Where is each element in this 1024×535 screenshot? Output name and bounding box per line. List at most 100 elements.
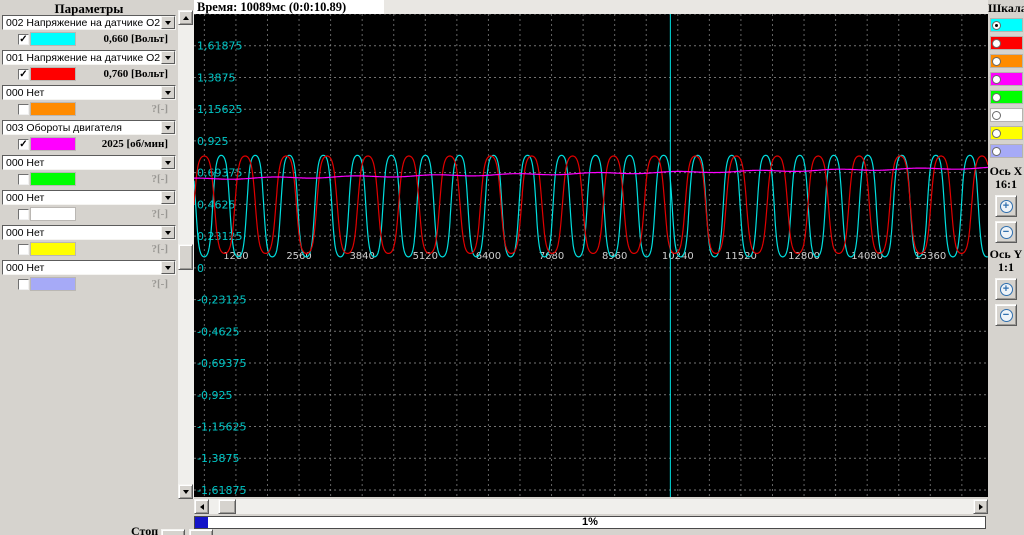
stop-control-button-2[interactable] bbox=[189, 529, 213, 535]
axis-x-zoom-in-button[interactable]: + bbox=[995, 195, 1017, 217]
param-visible-checkbox[interactable] bbox=[18, 174, 29, 185]
y-axis-tick-label: -1,15625 bbox=[197, 421, 246, 434]
param-color-swatch[interactable] bbox=[31, 138, 75, 150]
param-group-7: 000 Нет ?[-] bbox=[2, 225, 176, 256]
chevron-down-icon[interactable] bbox=[161, 156, 175, 169]
param-select-1[interactable]: 002 Напряжение на датчике O2 B2 S bbox=[2, 15, 176, 30]
scroll-down-button[interactable] bbox=[178, 484, 193, 499]
param-select-4[interactable]: 003 Обороты двигателя bbox=[2, 120, 176, 135]
scale-channel-row-5[interactable] bbox=[988, 88, 1024, 106]
param-color-swatch[interactable] bbox=[31, 173, 75, 185]
param-select-3[interactable]: 000 Нет bbox=[2, 85, 176, 100]
axis-y-zoom-out-button[interactable]: − bbox=[995, 304, 1017, 326]
axis-x-zoom-out-button[interactable]: − bbox=[995, 221, 1017, 243]
scale-radio[interactable] bbox=[992, 57, 1001, 66]
param-visible-checkbox[interactable]: ✓ bbox=[18, 69, 29, 80]
parameters-title: Параметры bbox=[2, 1, 176, 15]
param-select-6[interactable]: 000 Нет bbox=[2, 190, 176, 205]
param-group-2: 001 Напряжение на датчике O2 B1 S ✓ 0,76… bbox=[2, 50, 176, 81]
scroll-up-button[interactable] bbox=[178, 10, 193, 25]
chevron-down-icon[interactable] bbox=[161, 86, 175, 99]
scroll-right-button[interactable] bbox=[973, 499, 988, 514]
x-axis-tick-label: 5120 bbox=[413, 251, 438, 262]
param-color-swatch[interactable] bbox=[31, 33, 75, 45]
scale-color-bar bbox=[991, 145, 1022, 157]
scale-channel-row-8[interactable] bbox=[988, 142, 1024, 160]
param-status-row: ✓ 0,660 [Вольт] bbox=[2, 32, 176, 46]
chevron-down-icon[interactable] bbox=[161, 16, 175, 29]
param-group-1: 002 Напряжение на датчике O2 B2 S ✓ 0,66… bbox=[2, 15, 176, 46]
parameters-scrollbar[interactable] bbox=[178, 10, 194, 499]
param-value: ?[-] bbox=[75, 278, 176, 290]
param-select-value: 002 Напряжение на датчике O2 B2 S bbox=[3, 17, 161, 29]
timeline-scrollbar[interactable] bbox=[194, 499, 988, 514]
param-visible-checkbox[interactable] bbox=[18, 209, 29, 220]
arrow-left-icon bbox=[200, 504, 204, 510]
arrow-down-icon bbox=[183, 490, 189, 494]
chevron-down-icon[interactable] bbox=[161, 121, 175, 134]
waveform-plot[interactable]: 1,618751,38751,156250,9250,693750,46250,… bbox=[194, 14, 988, 497]
plot-canvas[interactable]: 1,618751,38751,156250,9250,693750,46250,… bbox=[194, 14, 988, 497]
param-value: ?[-] bbox=[75, 173, 176, 185]
param-visible-checkbox[interactable]: ✓ bbox=[18, 34, 29, 45]
param-visible-checkbox[interactable] bbox=[18, 104, 29, 115]
x-axis-tick-label: 14080 bbox=[851, 251, 883, 262]
scale-channel-row-3[interactable] bbox=[988, 52, 1024, 70]
scale-channel-row-7[interactable] bbox=[988, 124, 1024, 142]
param-visible-checkbox[interactable] bbox=[18, 244, 29, 255]
param-status-row: ✓ 0,760 [Вольт] bbox=[2, 67, 176, 81]
scrollbar-thumb[interactable] bbox=[178, 244, 193, 270]
param-visible-checkbox[interactable]: ✓ bbox=[18, 139, 29, 150]
param-value: ?[-] bbox=[75, 103, 176, 115]
param-select-5[interactable]: 000 Нет bbox=[2, 155, 176, 170]
chevron-down-glyph bbox=[165, 266, 171, 270]
chevron-down-glyph bbox=[165, 21, 171, 25]
scale-radio[interactable] bbox=[992, 129, 1001, 138]
scale-color-bar bbox=[991, 127, 1022, 139]
scale-color-bar bbox=[991, 73, 1022, 85]
scale-radio[interactable] bbox=[992, 39, 1001, 48]
plus-icon: + bbox=[1000, 283, 1013, 296]
chevron-down-icon[interactable] bbox=[161, 261, 175, 274]
y-axis-tick-label: -1,3875 bbox=[197, 452, 239, 465]
chevron-down-icon[interactable] bbox=[161, 191, 175, 204]
param-color-swatch[interactable] bbox=[31, 278, 75, 290]
scale-radio[interactable] bbox=[992, 93, 1001, 102]
scale-radio[interactable] bbox=[992, 111, 1001, 120]
scale-radio[interactable] bbox=[992, 147, 1001, 156]
scale-radio[interactable] bbox=[992, 75, 1001, 84]
scale-channel-row-6[interactable] bbox=[988, 106, 1024, 124]
chevron-down-icon[interactable] bbox=[161, 51, 175, 64]
arrow-right-icon bbox=[979, 504, 983, 510]
param-visible-checkbox[interactable] bbox=[18, 279, 29, 290]
param-status-row: ?[-] bbox=[2, 172, 176, 186]
playback-progress-bar[interactable]: 1% bbox=[194, 516, 986, 529]
axis-y-zoom-in-button[interactable]: + bbox=[995, 278, 1017, 300]
stop-label: Стоп bbox=[131, 524, 158, 535]
scale-panel: Шкала Ось X 16:1 + − Ось Y 1:1 + − bbox=[988, 0, 1024, 535]
param-color-swatch[interactable] bbox=[31, 208, 75, 220]
scale-radio[interactable] bbox=[992, 21, 1001, 30]
param-status-row: ?[-] bbox=[2, 242, 176, 256]
param-color-swatch[interactable] bbox=[31, 68, 75, 80]
param-select-8[interactable]: 000 Нет bbox=[2, 260, 176, 275]
y-axis-tick-label: -0,69375 bbox=[197, 357, 246, 370]
param-color-swatch[interactable] bbox=[31, 243, 75, 255]
stop-control-button[interactable] bbox=[161, 529, 185, 535]
scale-channel-row-4[interactable] bbox=[988, 70, 1024, 88]
scroll-left-button[interactable] bbox=[194, 499, 209, 514]
param-select-7[interactable]: 000 Нет bbox=[2, 225, 176, 240]
y-axis-tick-label: 0 bbox=[197, 262, 204, 275]
param-select-2[interactable]: 001 Напряжение на датчике O2 B1 S bbox=[2, 50, 176, 65]
param-status-row: ?[-] bbox=[2, 277, 176, 291]
scale-title: Шкала bbox=[988, 1, 1024, 16]
param-value: ?[-] bbox=[75, 243, 176, 255]
scrollbar-thumb[interactable] bbox=[218, 499, 236, 514]
param-color-swatch[interactable] bbox=[31, 103, 75, 115]
param-status-row: ?[-] bbox=[2, 102, 176, 116]
scale-channel-row-1[interactable] bbox=[988, 16, 1024, 34]
chevron-down-icon[interactable] bbox=[161, 226, 175, 239]
scale-color-bar bbox=[991, 109, 1022, 121]
scale-channel-row-2[interactable] bbox=[988, 34, 1024, 52]
param-select-value: 001 Напряжение на датчике O2 B1 S bbox=[3, 52, 161, 64]
